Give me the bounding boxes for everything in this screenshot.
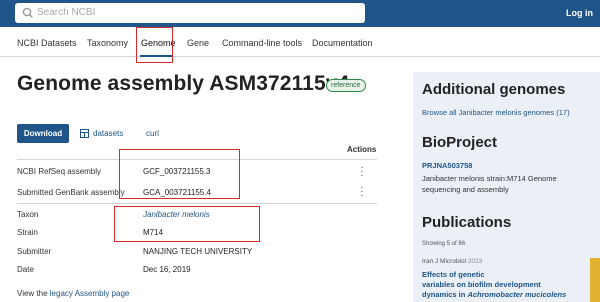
tab-command-line-tools[interactable]: Command-line tools [222,38,302,48]
legacy-prefix: View the [17,289,48,298]
legacy-link-text: View the legacy Assembly page [17,289,129,298]
pub-title-part: variables on biofilm development [422,280,541,289]
main-nav: NCBI Datasets Taxonomy Genome Gene Comma… [0,27,600,57]
sidebar-panel: Additional genomes Browse all Janibacter… [413,72,600,302]
login-link[interactable]: Log in [566,8,593,18]
bioproject-description: Janibacter melonis strain:M714 Genome se… [422,174,557,194]
row-value-date: Dec 16, 2019 [143,265,191,274]
publication-meta: Iran J Microbiol 2023 [422,258,482,265]
pub-title-part: Effects of genetic [422,270,485,279]
legacy-assembly-link[interactable]: legacy Assembly page [50,289,130,298]
search-placeholder: Search NCBI [37,7,96,18]
datasets-button[interactable]: datasets [93,129,123,138]
feedback-tab[interactable] [590,258,600,302]
row-value-submitter: NANJING TECH UNIVERSITY [143,247,253,256]
search-input[interactable]: Search NCBI [15,3,365,23]
pub-title-species: Achromobacter mucicolens [467,290,567,299]
pub-title-part: dynamics in [422,290,468,299]
row-label-submitter: Submitter [17,247,52,256]
row-label-taxon: Taxon [17,210,39,219]
more-actions-icon[interactable]: · · · [360,163,364,181]
publications-heading: Publications [422,214,512,231]
divider [17,203,377,204]
datasets-icon [80,129,89,138]
highlight-box-accessions [119,149,240,199]
publication-year: 2023 [467,258,483,265]
tab-gene[interactable]: Gene [187,38,209,48]
row-label-refseq: NCBI RefSeq assembly [17,167,102,176]
bioproject-link[interactable]: PRJNA503758 [422,161,472,170]
highlight-box-genome-tab [136,27,173,63]
search-icon [22,7,33,18]
more-actions-icon[interactable]: · · · [360,183,364,201]
download-button[interactable]: Download [17,124,69,143]
publication-title-link[interactable]: Effects of genetic variables on biofilm … [422,270,592,300]
tab-taxonomy[interactable]: Taxonomy [87,38,128,48]
highlight-box-taxon-strain [114,206,260,242]
publications-count: Showing 5 of 86 [422,241,466,247]
row-label-genbank: Submitted GenBank assembly [17,188,125,197]
curl-button[interactable]: curl [146,129,159,138]
reference-badge: reference [326,79,366,92]
bioproject-heading: BioProject [422,134,498,151]
tab-ncbi-datasets[interactable]: NCBI Datasets [17,38,77,48]
top-bar: Search NCBI Log in [0,0,600,27]
page-title: Genome assembly ASM372115v4 [17,72,350,95]
additional-genomes-heading: Additional genomes [422,81,566,98]
publication-journal: Iran J Microbiol [422,258,467,265]
row-label-date: Date [17,265,34,274]
browse-genomes-link[interactable]: Browse all Janibacter melonis genomes (1… [422,108,570,117]
actions-header: Actions [347,145,377,154]
row-label-strain: Strain [17,228,38,237]
tab-documentation[interactable]: Documentation [312,38,373,48]
